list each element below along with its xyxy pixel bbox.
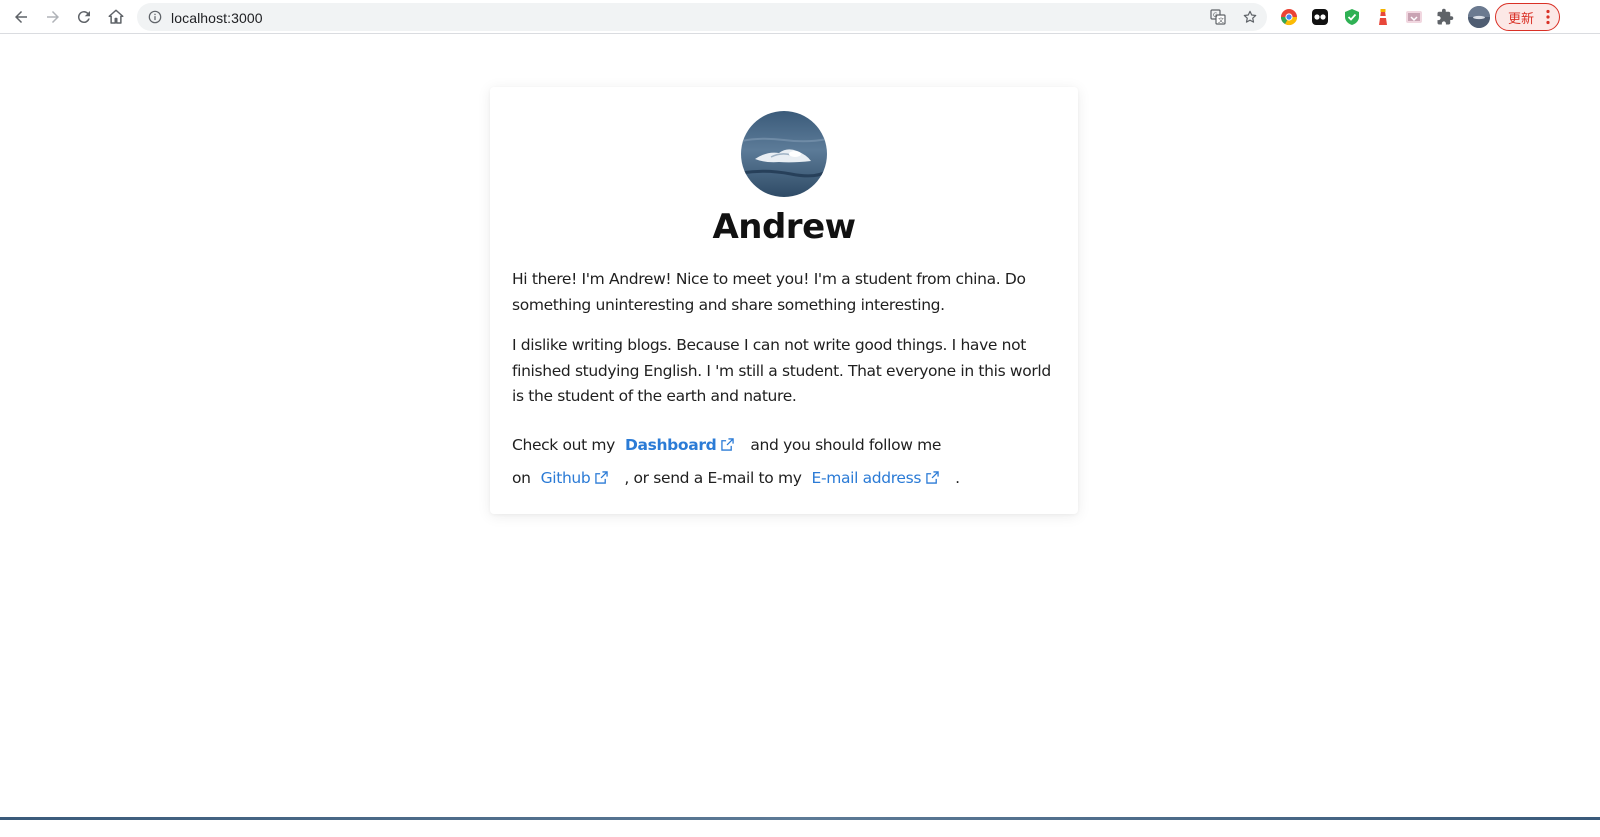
- arrow-left-icon: [15, 11, 27, 23]
- info-icon[interactable]: [148, 10, 162, 24]
- url-text[interactable]: localhost:3000: [171, 10, 263, 26]
- reload-icon: [77, 11, 90, 24]
- address-bar[interactable]: localhost:3000 G 文: [137, 3, 1267, 31]
- github-link-label: Github: [540, 469, 591, 487]
- email-link[interactable]: E-mail address: [812, 469, 946, 487]
- puzzle-icon[interactable]: [1436, 8, 1454, 26]
- home-icon: [108, 9, 124, 24]
- links-text-4: .: [955, 469, 960, 487]
- lighthouse-icon[interactable]: [1374, 8, 1392, 26]
- links-text-1: Check out my: [512, 436, 615, 454]
- taskbar-edge: [0, 817, 1600, 820]
- svg-text:文: 文: [1218, 17, 1224, 25]
- profile-name: Andrew: [712, 207, 856, 247]
- bio-paragraph: I dislike writing blogs. Because I can n…: [512, 336, 1051, 405]
- links-paragraph: Check out my Dashboard and you should foll…: [512, 429, 1060, 495]
- star-icon[interactable]: [1242, 9, 1258, 25]
- profile-photo-icon: [1468, 6, 1490, 28]
- profile-card: Andrew Hi there! I'm Andrew! Nice to mee…: [490, 87, 1078, 514]
- tampermonkey-icon[interactable]: [1311, 8, 1329, 26]
- github-link[interactable]: Github: [541, 469, 615, 487]
- update-button[interactable]: 更新: [1495, 3, 1560, 31]
- browser-toolbar: localhost:3000 G 文 更新: [0, 0, 1600, 34]
- chrome-extension-icon[interactable]: [1280, 8, 1298, 26]
- avatar: [741, 111, 827, 197]
- external-link-icon: [721, 438, 735, 451]
- external-link-icon: [595, 471, 609, 484]
- screenshot-extension-icon[interactable]: [1405, 8, 1423, 26]
- profile-avatar[interactable]: [1468, 6, 1490, 28]
- email-link-label: E-mail address: [811, 469, 922, 487]
- intro-paragraph: Hi there! I'm Andrew! Nice to meet you! …: [512, 270, 1026, 314]
- forward-button[interactable]: [40, 4, 66, 30]
- update-label: 更新: [1508, 10, 1535, 26]
- shield-icon[interactable]: [1343, 8, 1361, 26]
- back-button[interactable]: [8, 4, 34, 30]
- wave-photo-icon: [741, 111, 827, 197]
- more-vert-icon: [1546, 9, 1550, 25]
- arrow-right-icon: [47, 11, 59, 23]
- links-text-3: , or send a E-mail to my: [624, 469, 802, 487]
- dashboard-link[interactable]: Dashboard: [625, 436, 740, 454]
- dashboard-link-label: Dashboard: [625, 436, 717, 454]
- external-link-icon: [926, 471, 939, 484]
- home-button[interactable]: [103, 4, 129, 30]
- reload-button[interactable]: [71, 4, 97, 30]
- translate-icon[interactable]: G 文: [1210, 9, 1226, 25]
